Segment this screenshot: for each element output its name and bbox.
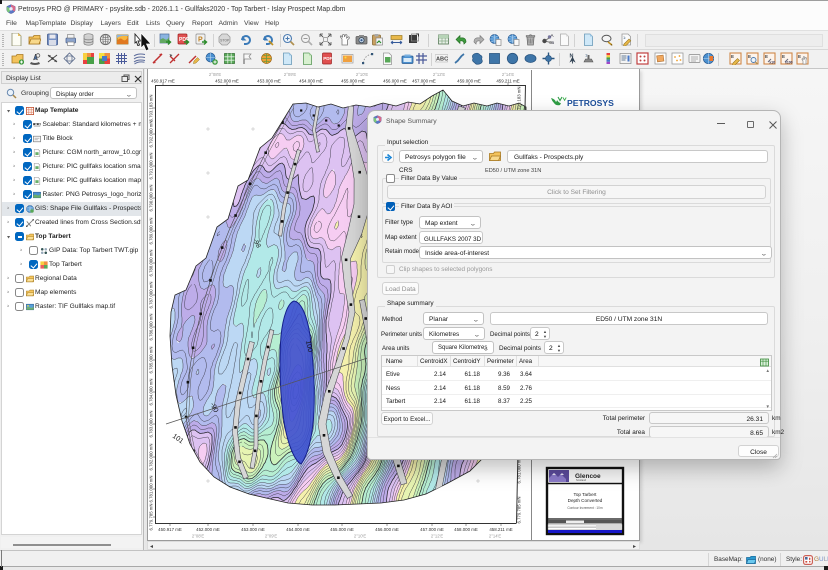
svg-text:458.000 mE: 458.000 mE — [454, 527, 478, 532]
svg-text:6.785.000 mN: 6.785.000 mN — [149, 347, 154, 374]
svg-text:A: A — [550, 33, 553, 38]
svg-text:E: E — [748, 54, 751, 59]
svg-text:454.000 mE: 454.000 mE — [299, 79, 323, 84]
svg-text:6.791.000 mN: 6.791.000 mN — [149, 153, 154, 180]
svg-text:E: E — [731, 54, 734, 59]
svg-text:2°08'E: 2°08'E — [192, 534, 204, 539]
svg-text:Contour Increment : 10m: Contour Increment : 10m — [567, 506, 603, 510]
svg-text:459.000 mE: 459.000 mE — [457, 79, 481, 84]
svg-text:457.000 mE: 457.000 mE — [412, 79, 436, 84]
svg-text:453.000 mE: 453.000 mE — [241, 527, 265, 532]
svg-text:6.790.000 mN: 6.790.000 mN — [149, 185, 154, 212]
svg-text:457.000 mE: 457.000 mE — [420, 527, 444, 532]
svg-text:E: E — [798, 54, 801, 59]
svg-text:458.211 mE: 458.211 mE — [489, 527, 512, 532]
svg-text:455.000 mE: 455.000 mE — [330, 527, 354, 532]
svg-text:Top Tarbert: Top Tarbert — [574, 492, 598, 497]
svg-text:61°12'N: 61°12'N — [147, 293, 149, 307]
svg-text:STOP: STOP — [220, 38, 230, 42]
svg-text:6.779.785 mN: 6.779.785 mN — [517, 497, 522, 524]
svg-text:E: E — [782, 54, 785, 59]
svg-text:459.211 mE: 459.211 mE — [496, 79, 519, 84]
svg-text:450.917 mE: 450.917 mE — [151, 79, 175, 84]
svg-text:6.783.000 mN: 6.783.000 mN — [149, 411, 154, 438]
svg-text:452.000 mE: 452.000 mE — [196, 527, 220, 532]
svg-text:6.784.000 mN: 6.784.000 mN — [149, 379, 154, 406]
svg-text:1:: 1: — [585, 53, 588, 58]
svg-text:454.000 mE: 454.000 mE — [286, 527, 310, 532]
svg-text:6.781.000 mN: 6.781.000 mN — [149, 476, 154, 503]
svg-text:6.789.000 mN: 6.789.000 mN — [149, 218, 154, 245]
svg-text:455.000 mE: 455.000 mE — [341, 79, 365, 84]
svg-text:B: B — [551, 40, 554, 45]
svg-text:2°08'E: 2°08'E — [209, 72, 221, 77]
svg-text:450.917 mE: 450.917 mE — [158, 527, 182, 532]
svg-text:453.000 mE: 453.000 mE — [257, 79, 281, 84]
svg-text:2°09'E: 2°09'E — [284, 72, 296, 77]
svg-text:61°14'N: 61°14'N — [147, 113, 149, 127]
svg-text:x10: x10 — [769, 61, 775, 65]
svg-text:2°14'E: 2°14'E — [502, 72, 514, 77]
svg-text:6.782.000 mN: 6.782.000 mN — [149, 444, 154, 471]
svg-text:1:: 1: — [623, 35, 626, 40]
svg-text:E: E — [765, 54, 768, 59]
svg-text:PDF: PDF — [323, 56, 332, 61]
svg-text:6.787.000 mN: 6.787.000 mN — [149, 282, 154, 309]
svg-text:2°10'E: 2°10'E — [356, 72, 368, 77]
svg-text:Scotland: Scotland — [576, 478, 587, 482]
svg-text:6.781.000 mN: 6.781.000 mN — [517, 457, 522, 484]
svg-text:6.793.183 mN: 6.793.183 mN — [149, 95, 154, 122]
svg-text:2°14'E: 2°14'E — [489, 534, 501, 539]
svg-text:456.000 mE: 456.000 mE — [383, 79, 407, 84]
svg-text:PETROSYS: PETROSYS — [567, 98, 614, 108]
svg-text:2°09'E: 2°09'E — [265, 534, 277, 539]
svg-text:2°10'E: 2°10'E — [354, 534, 366, 539]
svg-text:ABC: ABC — [436, 57, 448, 63]
svg-text:x100: x100 — [785, 61, 793, 65]
svg-text:6.788.000 mN: 6.788.000 mN — [149, 250, 154, 277]
svg-text:2°12'E: 2°12'E — [431, 534, 443, 539]
svg-text:456.000 mE: 456.000 mE — [375, 527, 399, 532]
svg-text:452.000 mE: 452.000 mE — [215, 79, 239, 84]
svg-text:6.786.000 mN: 6.786.000 mN — [149, 314, 154, 341]
svg-text:6.792.000 mN: 6.792.000 mN — [149, 121, 154, 148]
svg-text:Depth Converted: Depth Converted — [568, 498, 603, 503]
svg-text:2°12'E: 2°12'E — [433, 72, 445, 77]
svg-text:6.779.785 mN: 6.779.785 mN — [149, 504, 154, 531]
